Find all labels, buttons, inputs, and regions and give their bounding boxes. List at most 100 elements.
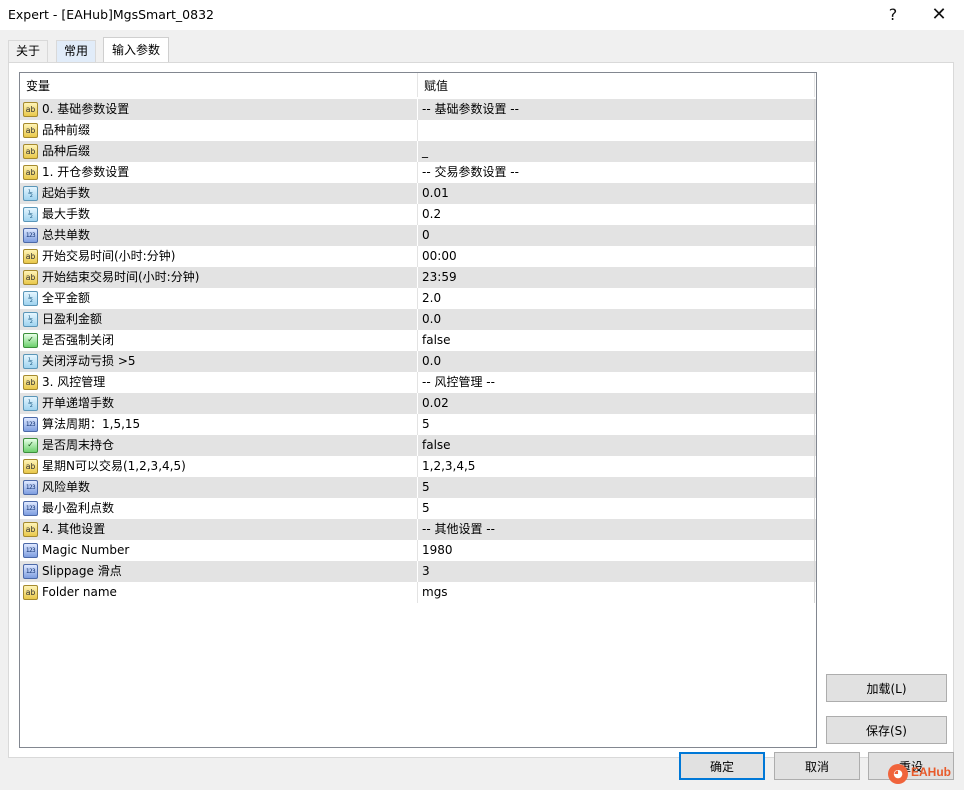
title-bar: Expert - [EAHub]MgsSmart_0832 ? ✕ xyxy=(0,0,964,30)
variable-value[interactable]: 0.01 xyxy=(422,183,449,204)
cell-divider xyxy=(814,540,815,561)
column-divider[interactable] xyxy=(417,73,418,97)
table-row[interactable]: ½ 日盈利金额 0.0 xyxy=(20,309,816,330)
ok-button[interactable]: 确定 xyxy=(679,752,765,780)
variable-value[interactable]: 0 xyxy=(422,225,430,246)
table-row[interactable]: ab 1. 开仓参数设置 -- 交易参数设置 -- xyxy=(20,162,816,183)
table-row[interactable]: ½ 关闭浮动亏损 >5 0.0 xyxy=(20,351,816,372)
table-row[interactable]: ab 开始结束交易时间(小时:分钟) 23:59 xyxy=(20,267,816,288)
cell-divider xyxy=(814,435,815,456)
close-button[interactable]: ✕ xyxy=(916,0,962,30)
table-row[interactable]: ½ 全平金额 2.0 xyxy=(20,288,816,309)
variable-value[interactable]: false xyxy=(422,330,451,351)
table-row[interactable]: ✓ 是否周末持仓 false xyxy=(20,435,816,456)
variable-value[interactable]: 0.0 xyxy=(422,309,441,330)
variable-name: 风险单数 xyxy=(42,480,91,494)
cell-divider xyxy=(814,351,815,372)
ab-icon: ab xyxy=(23,123,38,138)
variable-value[interactable]: mgs xyxy=(422,582,448,603)
variable-value[interactable]: false xyxy=(422,435,451,456)
variable-value[interactable]: -- 基础参数设置 -- xyxy=(422,99,519,120)
cell-divider xyxy=(417,120,418,141)
table-row[interactable]: 123 风险单数 5 xyxy=(20,477,816,498)
variable-name: 开始结束交易时间(小时:分钟) xyxy=(42,270,200,284)
table-row[interactable]: 123 总共单数 0 xyxy=(20,225,816,246)
cell-divider xyxy=(417,330,418,351)
variable-value[interactable]: 2.0 xyxy=(422,288,441,309)
table-row[interactable]: ab 品种前缀 xyxy=(20,120,816,141)
cell-divider xyxy=(417,477,418,498)
table-row[interactable]: ½ 起始手数 0.01 xyxy=(20,183,816,204)
variable-value[interactable]: 5 xyxy=(422,414,430,435)
variable-value[interactable]: 5 xyxy=(422,477,430,498)
variable-value[interactable]: 0.2 xyxy=(422,204,441,225)
variable-name: 1. 开仓参数设置 xyxy=(42,165,130,179)
cell-divider xyxy=(417,540,418,561)
cell-divider xyxy=(814,288,815,309)
cancel-button[interactable]: 取消 xyxy=(774,752,860,780)
cell-divider xyxy=(814,393,815,414)
variable-value[interactable]: 1980 xyxy=(422,540,453,561)
double-icon: ½ xyxy=(23,207,38,222)
table-row[interactable]: ab Folder name mgs xyxy=(20,582,816,603)
cell-divider xyxy=(814,414,815,435)
variable-name: 最小盈利点数 xyxy=(42,501,115,515)
table-row[interactable]: ab 0. 基础参数设置 -- 基础参数设置 -- xyxy=(20,99,816,120)
cell-divider xyxy=(417,519,418,540)
table-row[interactable]: ab 4. 其他设置 -- 其他设置 -- xyxy=(20,519,816,540)
variable-name: 0. 基础参数设置 xyxy=(42,102,130,116)
tab-common[interactable]: 常用 xyxy=(56,40,97,62)
variable-value[interactable]: 0.02 xyxy=(422,393,449,414)
help-button[interactable]: ? xyxy=(870,0,916,30)
table-row[interactable]: ab 开始交易时间(小时:分钟) 00:00 xyxy=(20,246,816,267)
table-row[interactable]: ab 3. 风控管理 -- 风控管理 -- xyxy=(20,372,816,393)
variable-name: 日盈利金额 xyxy=(42,312,103,326)
cell-divider xyxy=(814,267,815,288)
cell-divider xyxy=(417,435,418,456)
watermark-logo-icon: ◕ xyxy=(888,764,908,784)
variable-name: 是否强制关闭 xyxy=(42,333,115,347)
tab-about[interactable]: 关于 xyxy=(8,40,49,62)
variable-value[interactable]: _ xyxy=(422,141,428,162)
load-button[interactable]: 加载(L) xyxy=(826,674,947,702)
cell-divider xyxy=(814,372,815,393)
variable-value[interactable]: 3 xyxy=(422,561,430,582)
double-icon: ½ xyxy=(23,291,38,306)
variable-value[interactable]: -- 交易参数设置 -- xyxy=(422,162,519,183)
variable-value[interactable]: 23:59 xyxy=(422,267,457,288)
column-header-value[interactable]: 赋值 xyxy=(424,73,448,97)
cell-divider xyxy=(417,288,418,309)
variable-value[interactable]: -- 风控管理 -- xyxy=(422,372,495,393)
variable-name: 是否周末持仓 xyxy=(42,438,115,452)
variable-name: 开单递增手数 xyxy=(42,396,115,410)
table-row[interactable]: ab 星期N可以交易(1,2,3,4,5) 1,2,3,4,5 xyxy=(20,456,816,477)
column-header-variable[interactable]: 变量 xyxy=(26,73,50,97)
table-row[interactable]: 123 Magic Number 1980 xyxy=(20,540,816,561)
variable-value[interactable]: 1,2,3,4,5 xyxy=(422,456,475,477)
table-row[interactable]: ½ 最大手数 0.2 xyxy=(20,204,816,225)
table-row[interactable]: ab 品种后缀 _ xyxy=(20,141,816,162)
variable-value[interactable]: 5 xyxy=(422,498,430,519)
variable-name: 品种后缀 xyxy=(42,144,91,158)
table-row[interactable]: 123 Slippage 滑点 3 xyxy=(20,561,816,582)
window-title: Expert - [EAHub]MgsSmart_0832 xyxy=(8,7,214,22)
table-row[interactable]: ✓ 是否强制关闭 false xyxy=(20,330,816,351)
tab-inputs[interactable]: 输入参数 xyxy=(103,37,170,63)
ab-icon: ab xyxy=(23,459,38,474)
cell-divider xyxy=(417,225,418,246)
ab-icon: ab xyxy=(23,270,38,285)
grid-rows: ab 0. 基础参数设置 -- 基础参数设置 -- ab 品种前缀 ab 品种后缀 _ ab 1.… xyxy=(20,99,816,603)
table-row[interactable]: ½ 开单递增手数 0.02 xyxy=(20,393,816,414)
cell-divider xyxy=(417,456,418,477)
variable-value[interactable]: 0.0 xyxy=(422,351,441,372)
table-row[interactable]: 123 最小盈利点数 5 xyxy=(20,498,816,519)
save-button[interactable]: 保存(S) xyxy=(826,716,947,744)
table-row[interactable]: 123 算法周期：1,5,15 5 xyxy=(20,414,816,435)
column-divider[interactable] xyxy=(814,73,815,97)
variable-value[interactable]: 00:00 xyxy=(422,246,457,267)
int-icon: 123 xyxy=(23,501,38,516)
variable-value[interactable]: -- 其他设置 -- xyxy=(422,519,495,540)
variable-name: Folder name xyxy=(42,585,117,599)
variable-name: 星期N可以交易(1,2,3,4,5) xyxy=(42,459,186,473)
cell-divider xyxy=(417,267,418,288)
